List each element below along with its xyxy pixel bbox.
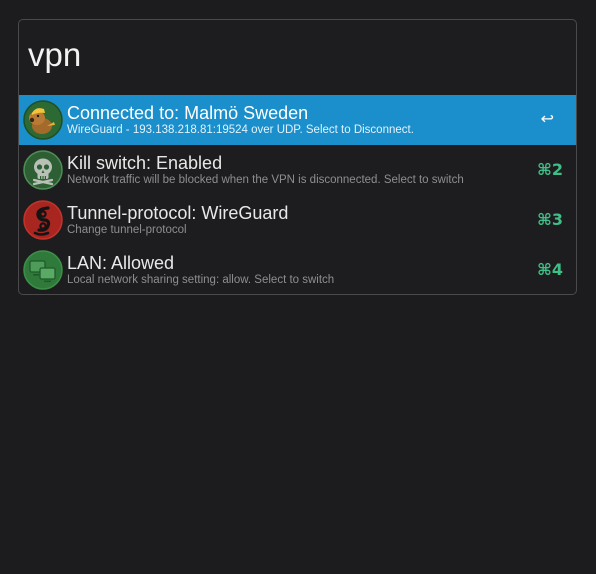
lan-screens-icon [23,250,63,290]
mullvad-mole-icon [23,100,63,140]
return-key-shortcut: ↩ [540,109,554,128]
cmd-2-shortcut: ⌘2 [537,160,563,179]
cmd-4-shortcut: ⌘4 [537,260,563,279]
result-connection[interactable]: Connected to: Malmö Sweden WireGuard - 1… [19,95,576,145]
result-kill-switch[interactable]: Kill switch: Enabled Network traffic wil… [19,145,576,195]
search-bar [19,20,576,95]
result-title: Kill switch: Enabled [67,153,223,173]
result-subtitle: WireGuard - 193.138.218.81:19524 over UD… [67,124,414,136]
result-subtitle: Change tunnel-protocol [67,224,187,236]
result-tunnel-protocol[interactable]: Tunnel-protocol: WireGuard Change tunnel… [19,195,576,245]
skull-icon [23,150,63,190]
launcher-window: Connected to: Malmö Sweden WireGuard - 1… [18,19,577,295]
result-title: Tunnel-protocol: WireGuard [67,203,289,223]
result-lan[interactable]: LAN: Allowed Local network sharing setti… [19,245,576,294]
results-list: Connected to: Malmö Sweden WireGuard - 1… [19,95,576,294]
result-title: Connected to: Malmö Sweden [67,103,309,123]
result-subtitle: Local network sharing setting: allow. Se… [67,274,335,286]
search-input[interactable] [28,32,548,78]
cmd-3-shortcut: ⌘3 [537,210,563,229]
result-subtitle: Network traffic will be blocked when the… [67,174,464,186]
result-title: LAN: Allowed [67,253,175,273]
wireguard-icon [23,200,63,240]
